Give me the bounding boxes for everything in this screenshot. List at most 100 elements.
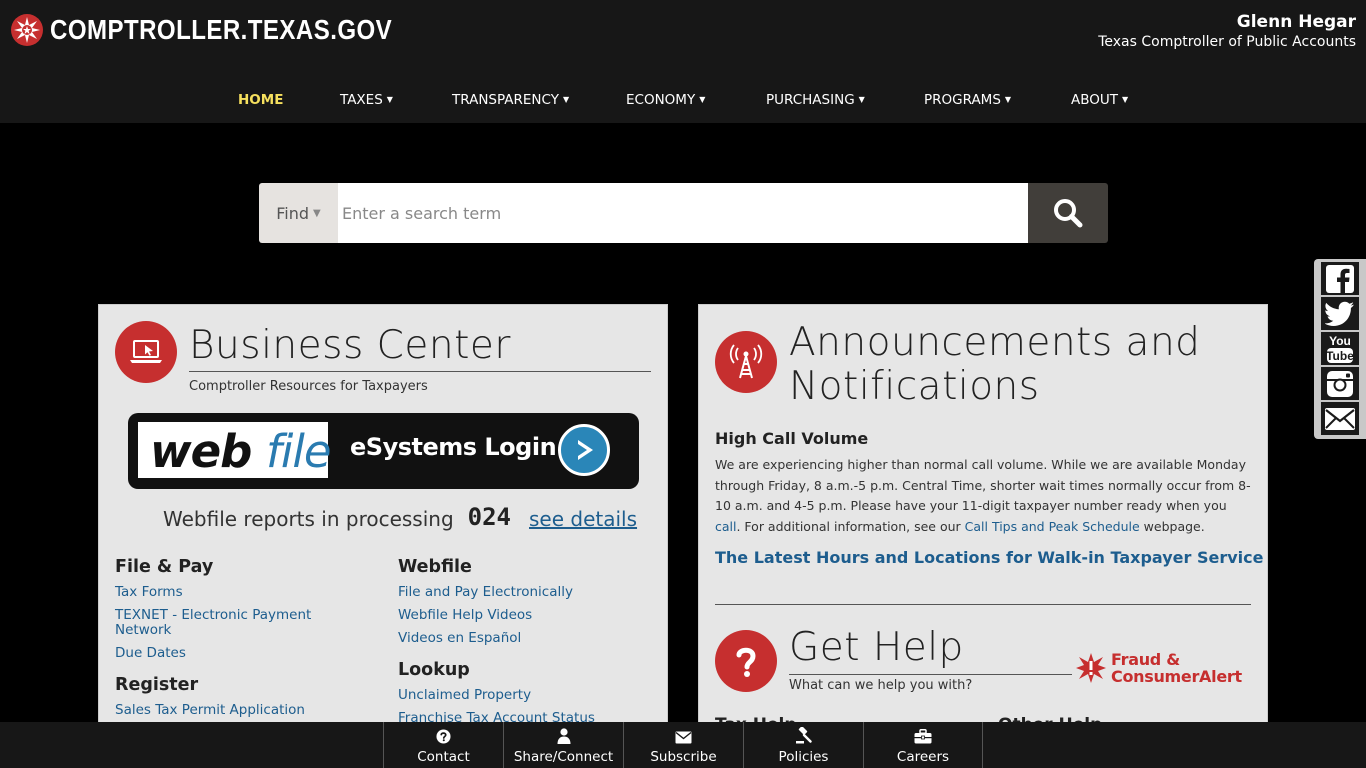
webfile-word-web: web xyxy=(150,425,252,478)
webfile-processing-status: Webfile reports in processing 024 13 see… xyxy=(163,503,637,533)
search-button[interactable] xyxy=(1028,183,1108,243)
nav-about-label: ABOUT xyxy=(1071,92,1119,108)
business-center-badge xyxy=(115,321,177,383)
webfile-heading: Webfile xyxy=(398,557,472,577)
caret-down-icon: ▼ xyxy=(313,207,321,219)
see-details-link[interactable]: see details xyxy=(529,507,637,531)
file-pay-column: File & Pay Tax Forms TEXNET - Electronic… xyxy=(115,557,345,726)
facebook-link[interactable] xyxy=(1321,262,1359,295)
caret-down-icon: ▼ xyxy=(1004,95,1012,104)
nav-purchasing[interactable]: PURCHASING ▼ xyxy=(766,92,865,108)
nav-about[interactable]: ABOUT ▼ xyxy=(1071,92,1128,108)
walk-in-service-link[interactable]: The Latest Hours and Locations for Walk-… xyxy=(715,548,1264,567)
processing-count-next: 13 xyxy=(468,531,511,533)
caret-down-icon: ▼ xyxy=(699,95,706,104)
business-center-panel: Business Center Comptroller Resources fo… xyxy=(98,304,668,744)
footer-subscribe[interactable]: Subscribe xyxy=(623,722,743,768)
announcements-panel: Announcements and Notifications High Cal… xyxy=(698,304,1268,744)
footer-contact[interactable]: Contact xyxy=(383,722,503,768)
announcement-text-3: webpage. xyxy=(1139,518,1205,534)
official-title: Texas Comptroller of Public Accounts xyxy=(1098,34,1356,50)
section-divider xyxy=(715,604,1251,605)
nav-home[interactable]: HOME xyxy=(238,92,283,108)
announcement-body: We are experiencing higher than normal c… xyxy=(715,455,1255,537)
title-divider xyxy=(789,674,1072,675)
footer-careers-label: Careers xyxy=(896,749,950,765)
radio-tower-icon xyxy=(729,344,763,379)
search-input[interactable] xyxy=(338,183,1028,243)
caret-down-icon: ▼ xyxy=(858,95,865,104)
question-mark-icon xyxy=(736,647,756,677)
due-dates-link[interactable]: Due Dates xyxy=(115,646,345,661)
twitter-icon xyxy=(1325,301,1354,326)
nav-programs[interactable]: PROGRAMS ▼ xyxy=(924,92,1011,108)
unclaimed-property-link[interactable]: Unclaimed Property xyxy=(398,688,648,703)
arrow-right-icon xyxy=(558,424,610,476)
site-logo[interactable]: COMPTROLLER.TEXAS.GOV xyxy=(10,12,448,48)
nav-taxes[interactable]: TAXES ▼ xyxy=(340,92,393,108)
find-dropdown[interactable]: Find ▼ xyxy=(259,183,338,243)
nav-economy-label: ECONOMY xyxy=(626,92,696,108)
logo-text: COMPTROLLER.TEXAS.GOV xyxy=(50,14,393,45)
get-help-subtitle: What can we help you with? xyxy=(789,678,973,693)
official-name: Glenn Hegar xyxy=(1236,12,1356,32)
videos-espanol-link[interactable]: Videos en Español xyxy=(398,631,648,646)
nav-transparency-label: TRANSPARENCY xyxy=(452,92,559,108)
announcement-text-1: We are experiencing higher than normal c… xyxy=(715,457,1251,513)
youtube-icon: You Tube xyxy=(1326,334,1354,363)
fraud-line-2: ConsumerAlert xyxy=(1111,667,1242,686)
footer-bar: Contact Share/Connect Subscribe Policies… xyxy=(0,722,1366,768)
processing-label: Webfile reports in processing xyxy=(163,507,454,531)
footer-subscribe-icon-wrap xyxy=(624,722,743,744)
fraud-alert-text: Fraud & ConsumerAlert xyxy=(1111,651,1242,685)
get-help-badge xyxy=(715,630,777,692)
user-icon xyxy=(557,728,570,744)
webfile-word-file: file xyxy=(265,425,332,478)
footer-share-icon-wrap xyxy=(504,722,623,744)
processing-counter: 024 13 xyxy=(468,503,511,533)
email-link[interactable] xyxy=(1321,402,1359,435)
footer-policies-label: Policies xyxy=(778,749,829,765)
footer-policies-icon-wrap xyxy=(744,722,863,744)
get-help-title: Get Help xyxy=(789,625,964,670)
file-pay-heading: File & Pay xyxy=(115,557,214,577)
texnet-link[interactable]: TEXNET - Electronic Payment Network xyxy=(115,608,345,638)
webfile-column: Webfile File and Pay Electronically Webf… xyxy=(398,557,648,734)
laptop-icon xyxy=(130,340,162,363)
announcement-text-2: . For additional information, see our xyxy=(736,518,965,534)
nav-taxes-label: TAXES xyxy=(340,92,383,108)
tax-forms-link[interactable]: Tax Forms xyxy=(115,585,345,600)
email-icon xyxy=(1325,407,1355,430)
nav-home-label: HOME xyxy=(238,92,284,108)
footer-careers[interactable]: Careers xyxy=(863,722,983,768)
site-header: COMPTROLLER.TEXAS.GOV Glenn Hegar Texas … xyxy=(0,0,1366,78)
call-link[interactable]: call xyxy=(715,519,736,534)
footer-policies[interactable]: Policies xyxy=(743,722,863,768)
nav-transparency[interactable]: TRANSPARENCY ▼ xyxy=(452,92,569,108)
twitter-link[interactable] xyxy=(1321,297,1359,330)
business-center-title: Business Center xyxy=(189,323,511,368)
youtube-link[interactable]: You Tube xyxy=(1321,332,1359,365)
sales-tax-permit-link[interactable]: Sales Tax Permit Application xyxy=(115,703,345,718)
envelope-icon xyxy=(675,731,692,744)
title-divider xyxy=(189,371,651,372)
footer-contact-label: Contact xyxy=(417,749,470,765)
footer-careers-icon-wrap xyxy=(864,722,982,744)
footer-subscribe-label: Subscribe xyxy=(650,749,717,765)
fraud-line-1: Fraud & xyxy=(1111,650,1180,669)
webfile-help-videos-link[interactable]: Webfile Help Videos xyxy=(398,608,648,623)
search-bar: Find ▼ xyxy=(259,183,1108,243)
fraud-consumer-alert-link[interactable]: Fraud & ConsumerAlert xyxy=(1075,651,1242,685)
file-pay-electronically-link[interactable]: File and Pay Electronically xyxy=(398,585,648,600)
instagram-icon xyxy=(1327,370,1353,397)
question-circle-icon xyxy=(436,729,451,744)
main-nav: HOME TAXES ▼ TRANSPARENCY ▼ ECONOMY ▼ PURCH… xyxy=(0,78,1366,123)
footer-share-connect[interactable]: Share/Connect xyxy=(503,722,623,768)
business-center-subtitle: Comptroller Resources for Taxpayers xyxy=(189,379,428,394)
call-tips-link[interactable]: Call Tips and Peak Schedule xyxy=(965,519,1140,534)
gavel-icon xyxy=(796,727,812,744)
instagram-link[interactable] xyxy=(1321,367,1359,400)
nav-economy[interactable]: ECONOMY ▼ xyxy=(626,92,705,108)
webfile-login-banner[interactable]: web file eSystems Login xyxy=(128,413,639,489)
webfile-logo: web file xyxy=(150,425,332,478)
